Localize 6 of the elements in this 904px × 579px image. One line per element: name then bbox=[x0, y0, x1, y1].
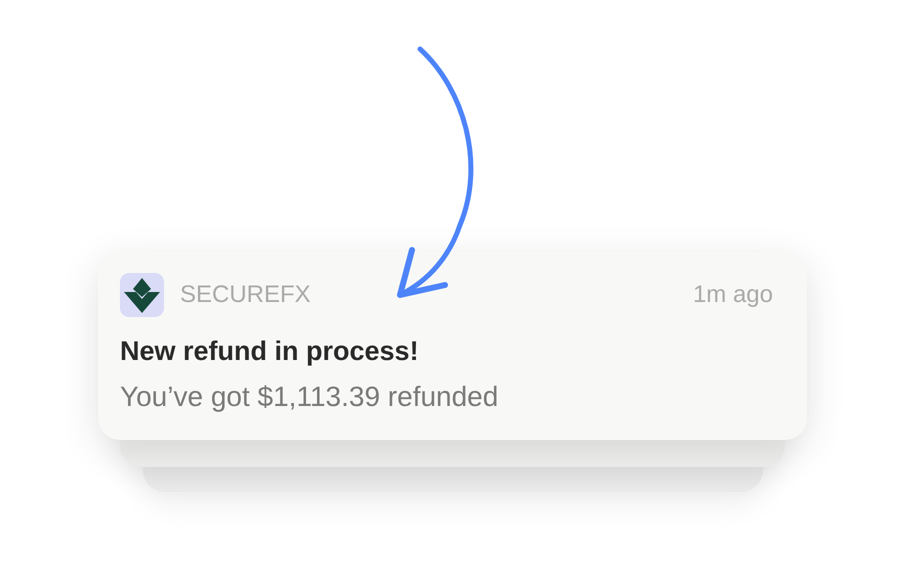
notification-body: You’ve got $1,113.39 refunded bbox=[120, 380, 500, 414]
app-name: SECUREFX bbox=[180, 280, 311, 310]
notification-title: New refund in process! bbox=[120, 335, 420, 368]
app-logo-icon bbox=[120, 273, 164, 317]
notification-time: 1m ago bbox=[692, 280, 774, 310]
notification-card[interactable]: SECUREFX 1m ago New refund in process! You’ve got $1,113.39 refunded bbox=[98, 252, 807, 440]
